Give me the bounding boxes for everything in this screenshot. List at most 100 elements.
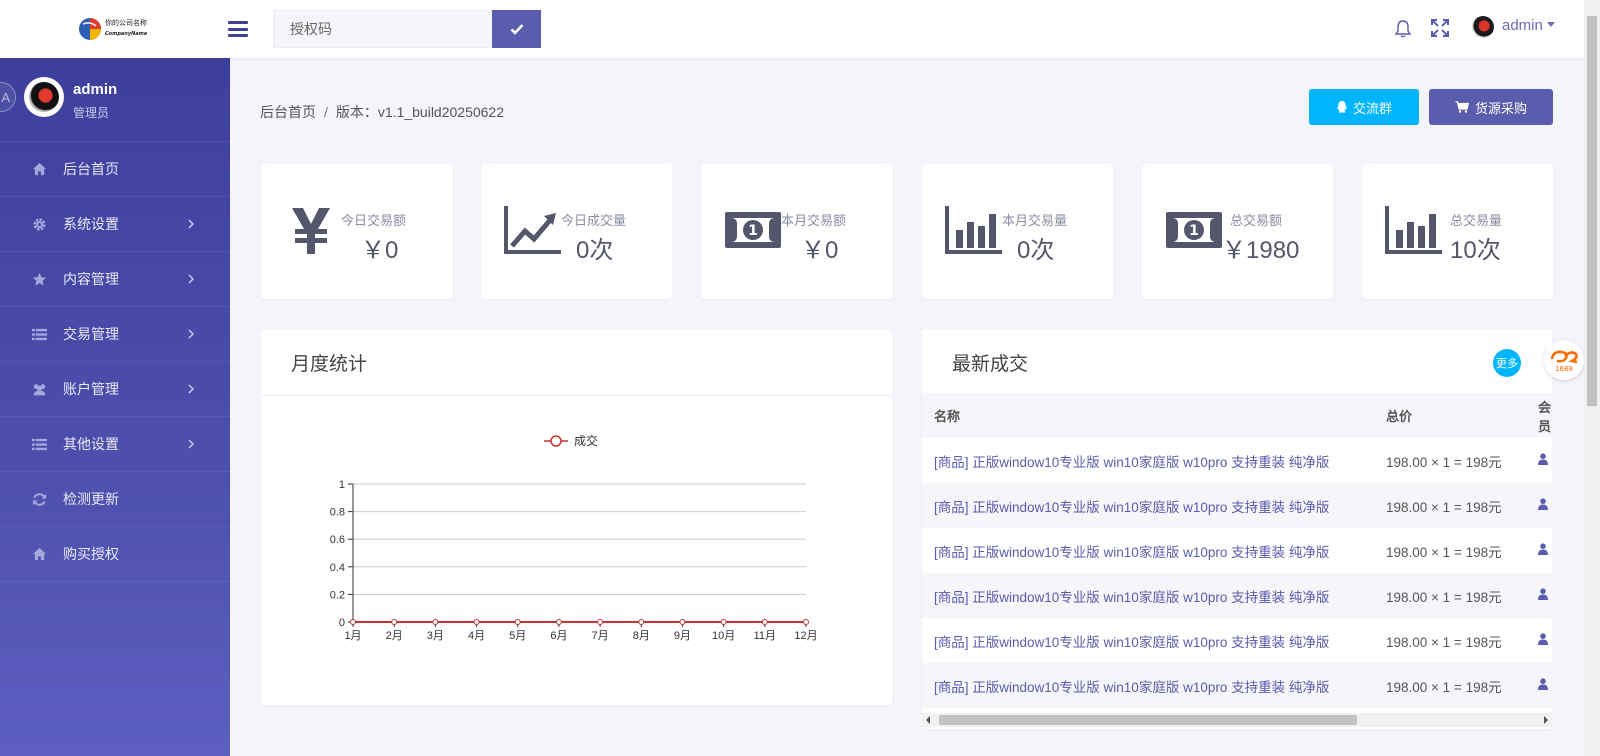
x-tick-label: 6月	[550, 630, 567, 642]
chevron-right-icon	[188, 439, 195, 449]
table-row[interactable]: [商品] 正版window10专业版 win10家庭版 w10pro 支持重装 …	[922, 618, 1552, 663]
trade-name-link[interactable]: [商品] 正版window10专业版 win10家庭版 w10pro 支持重装 …	[922, 663, 1374, 708]
trade-name-link[interactable]: [商品] 正版window10专业版 win10家庭版 w10pro 支持重装 …	[922, 438, 1374, 483]
user-icon	[1538, 588, 1548, 600]
fullscreen-icon[interactable]	[1431, 19, 1449, 37]
table-row[interactable]: [商品] 正版window10专业版 win10家庭版 w10pro 支持重装 …	[922, 528, 1552, 573]
sidebar-item-content[interactable]: 内容管理	[0, 252, 230, 307]
table-row[interactable]: [商品] 正版window10专业版 win10家庭版 w10pro 支持重装 …	[922, 483, 1552, 528]
user-dropdown[interactable]: admin	[1502, 17, 1555, 34]
sidebar-item-label: 购买授权	[63, 546, 119, 562]
chevron-right-icon	[188, 274, 195, 284]
user-icon	[1538, 498, 1548, 510]
x-tick-label: 11月	[754, 630, 776, 642]
x-tick-label: 5月	[509, 630, 526, 642]
breadcrumb-version: 版本：v1.1_build20250622	[335, 104, 505, 120]
data-point	[391, 619, 398, 625]
sidebar-item-other-settings[interactable]: 其他设置	[0, 417, 230, 472]
home-icon	[32, 547, 47, 561]
sidebar-item-label: 检测更新	[63, 491, 119, 507]
star-icon	[32, 272, 47, 286]
x-tick-label: 4月	[468, 630, 485, 642]
sidebar-item-home[interactable]: 后台首页	[0, 142, 230, 197]
users-icon	[33, 384, 46, 396]
stat-card-total-amount: 1 总交易额 ￥1980	[1142, 164, 1333, 299]
table-row[interactable]: [商品] 正版window10专业版 win10家庭版 w10pro 支持重装 …	[922, 573, 1552, 618]
data-point	[350, 619, 356, 625]
user-icon	[1538, 678, 1548, 690]
chevron-right-icon	[188, 219, 195, 229]
data-point	[761, 619, 768, 625]
scrollbar-thumb[interactable]	[939, 715, 1357, 725]
sidebar-item-accounts[interactable]: 账户管理	[0, 362, 230, 417]
sidebar-item-trades[interactable]: 交易管理	[0, 307, 230, 362]
sidebar-item-label: 后台首页	[63, 161, 119, 177]
logo-name: 你的公司名称	[105, 19, 147, 27]
stat-label: 本月交易额	[781, 213, 847, 228]
more-button[interactable]: 更多	[1493, 349, 1521, 377]
sidebar-item-label: 交易管理	[63, 326, 119, 342]
y-tick-label: 1	[339, 479, 345, 491]
sidebar-user-role: 管理员	[73, 106, 110, 120]
user-icon	[1538, 543, 1548, 555]
sidebar-item-label: 系统设置	[63, 216, 119, 232]
y-tick-label: 0	[339, 617, 345, 629]
trade-name-link[interactable]: [商品] 正版window10专业版 win10家庭版 w10pro 支持重装 …	[922, 483, 1374, 528]
trade-name-link[interactable]: [商品] 正版window10专业版 win10家庭版 w10pro 支持重装 …	[922, 618, 1374, 663]
translate-badge[interactable]: A	[0, 82, 16, 112]
scrollbar-thumb[interactable]	[1587, 16, 1597, 406]
stat-card-month-count: 本月交易量 0次	[922, 164, 1113, 299]
trade-member	[1526, 528, 1552, 573]
chevron-right-icon	[188, 384, 195, 394]
data-point	[555, 619, 562, 625]
trade-member	[1526, 573, 1552, 618]
table-row[interactable]: [商品] 正版window10专业版 win10家庭版 w10pro 支持重装 …	[922, 438, 1552, 483]
x-tick-label: 9月	[674, 630, 691, 642]
stat-card-total-count: 总交易量 10次	[1362, 164, 1553, 299]
trade-price: 198.00 × 1 = 198元	[1374, 663, 1526, 708]
chat-group-button[interactable]: 交流群	[1309, 89, 1419, 125]
column-header-member: 会员	[1526, 393, 1552, 438]
horizontal-scrollbar[interactable]	[922, 713, 1552, 727]
column-header-price: 总价	[1374, 393, 1526, 438]
list-icon	[32, 328, 47, 341]
trade-member	[1526, 618, 1552, 663]
stat-label: 总交易量	[1450, 213, 1503, 228]
stat-label: 今日成交量	[561, 213, 627, 228]
y-tick-label: 0.6	[330, 534, 345, 546]
column-header-name: 名称	[922, 393, 1374, 438]
data-point	[597, 619, 604, 625]
company-logo[interactable]: 你的公司名称 CompanyName	[78, 14, 158, 44]
avatar[interactable]	[1472, 16, 1494, 38]
bell-icon[interactable]	[1393, 19, 1413, 39]
vertical-scrollbar[interactable]	[1584, 0, 1600, 756]
purchase-supply-button[interactable]: 货源采购	[1429, 89, 1553, 125]
sidebar-item-system-settings[interactable]: 系统设置	[0, 197, 230, 252]
trade-price: 198.00 × 1 = 198元	[1374, 528, 1526, 573]
trade-name-link[interactable]: [商品] 正版window10专业版 win10家庭版 w10pro 支持重装 …	[922, 528, 1374, 573]
breadcrumb-home[interactable]: 后台首页	[260, 104, 316, 120]
y-tick-label: 0.2	[330, 589, 345, 601]
logo-text: 你的公司名称 CompanyName	[105, 18, 147, 40]
list-icon	[32, 438, 47, 451]
stat-value: ￥0	[361, 237, 399, 264]
menu-toggle-icon[interactable]	[228, 21, 248, 37]
monthly-line-chart: 成交00.20.40.60.811月 2月 3月 4月 5月 6月 7月 8月 9月 10月 11月…	[330, 433, 818, 642]
submit-license-button[interactable]	[492, 10, 541, 48]
refresh-icon	[32, 493, 47, 506]
trade-name-link[interactable]: [商品] 正版window10专业版 win10家庭版 w10pro 支持重装 …	[922, 573, 1374, 618]
legend-swatch-marker	[550, 435, 562, 447]
x-tick-label: 8月	[633, 630, 650, 642]
panel-title: 最新成交	[952, 354, 1029, 375]
check-icon	[510, 24, 523, 35]
trade-price: 198.00 × 1 = 198元	[1374, 483, 1526, 528]
breadcrumb-separator: /	[324, 104, 328, 120]
stat-card-today-count: 今日成交量 0次	[481, 164, 672, 299]
alibaba-1688-icon[interactable]: 1688	[1544, 340, 1584, 380]
sidebar-item-label: 其他设置	[63, 436, 119, 452]
table-row[interactable]: [商品] 正版window10专业版 win10家庭版 w10pro 支持重装 …	[922, 663, 1552, 708]
license-code-input[interactable]	[273, 10, 493, 48]
sidebar-item-buy-license[interactable]: 购买授权	[0, 527, 230, 582]
sidebar-item-check-update[interactable]: 检测更新	[0, 472, 230, 527]
y-tick-label: 0.4	[330, 562, 345, 574]
